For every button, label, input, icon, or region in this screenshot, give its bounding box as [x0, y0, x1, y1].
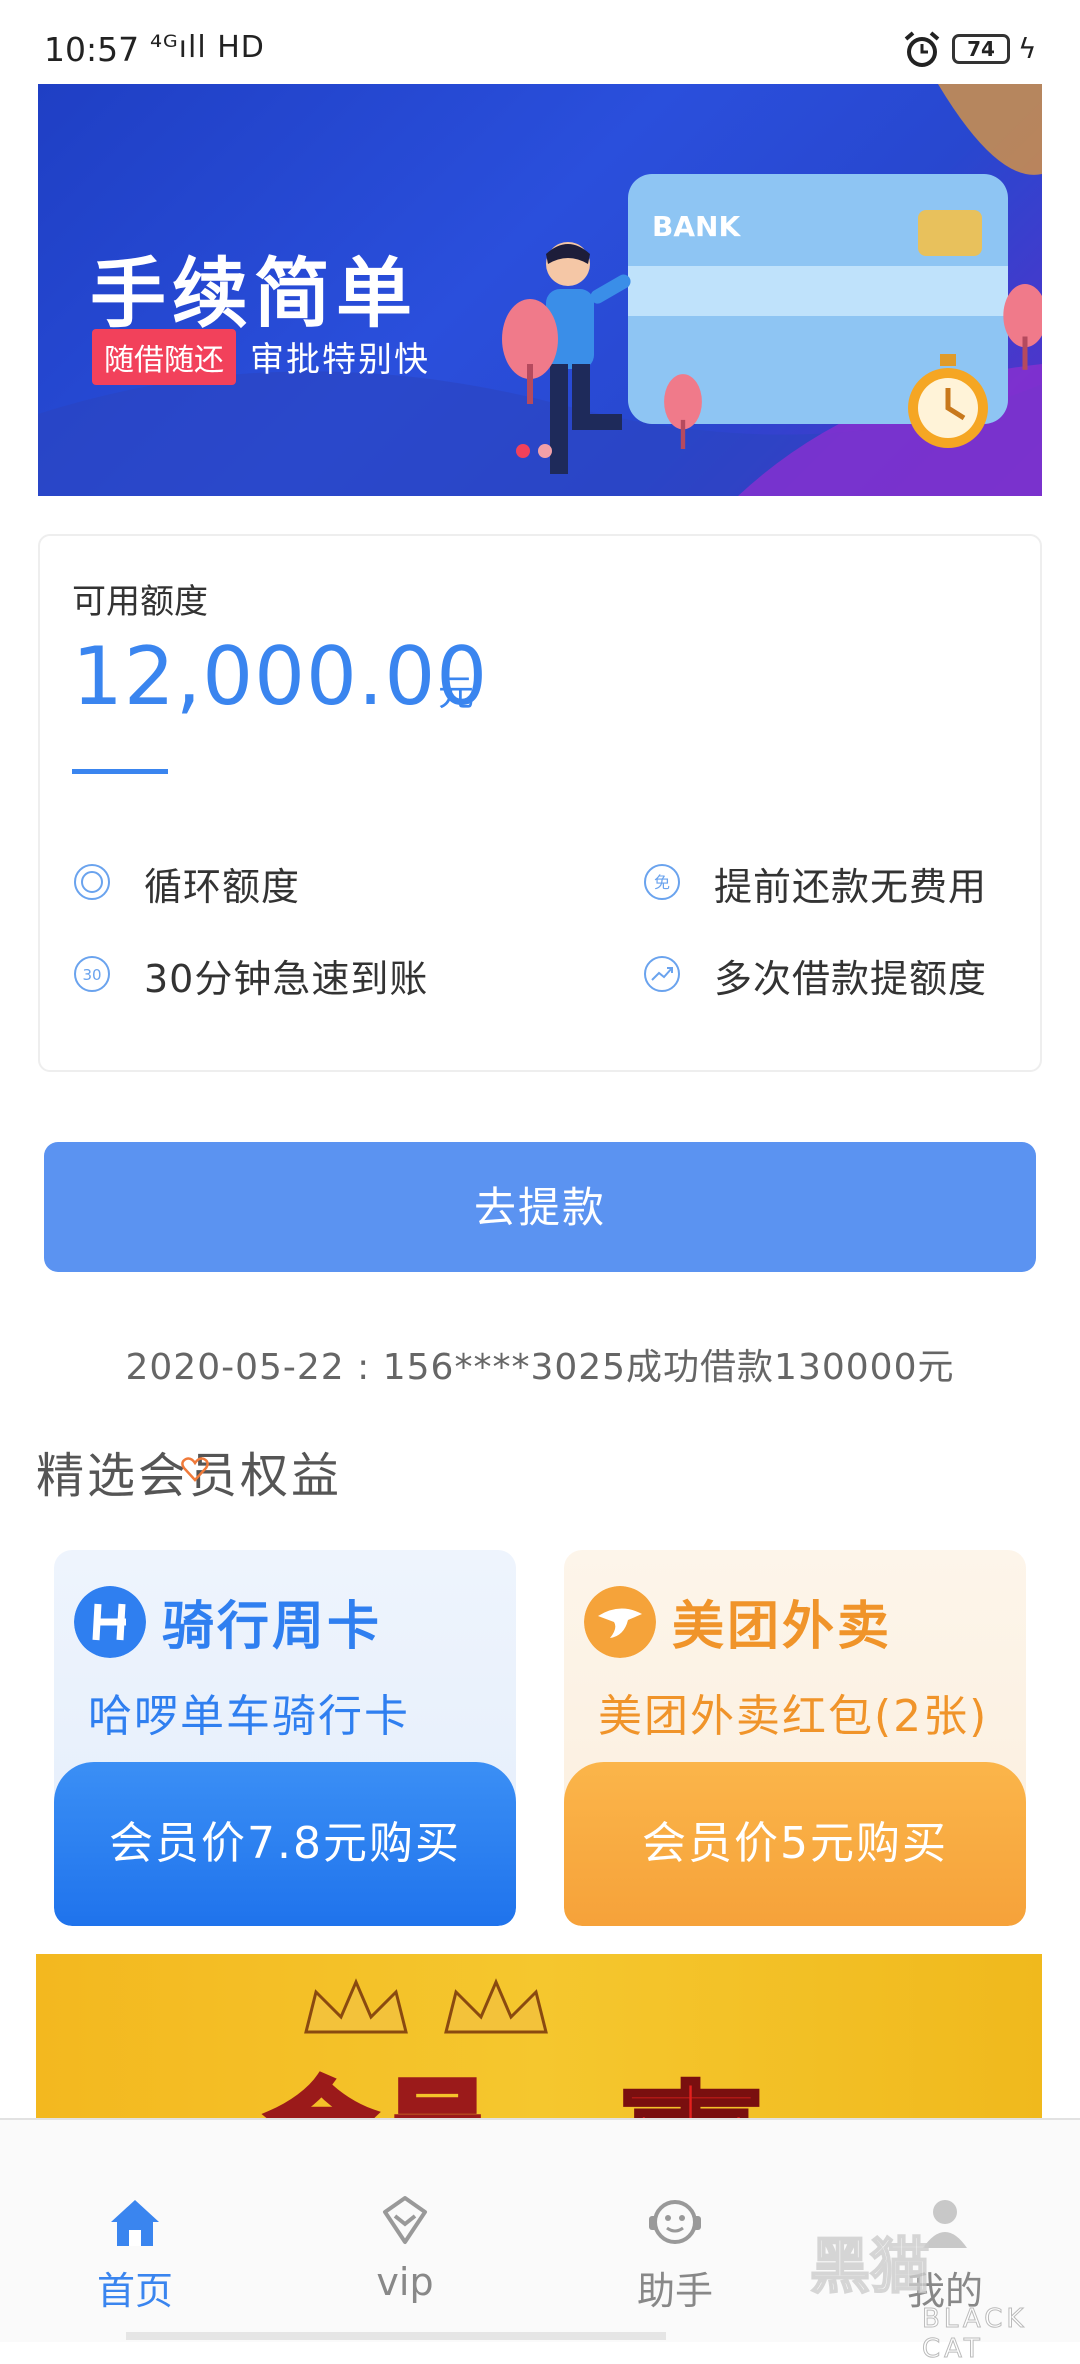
- feature-no-fee-early-repay: 提前还款无费用: [714, 865, 988, 909]
- benefit-name: 美团外卖: [672, 1597, 893, 1657]
- battery-icon: 74: [952, 34, 1010, 64]
- benefit-description: 哈啰单车骑行卡: [88, 1691, 410, 1742]
- banner-title: 手续简单: [90, 249, 418, 338]
- trend-up-icon: [644, 956, 680, 992]
- benefit-name: 骑行周卡: [162, 1597, 383, 1657]
- credit-unit: 元: [438, 673, 475, 714]
- heart-icon: [181, 1457, 209, 1482]
- nav-label-home: 首页: [96, 2269, 173, 2313]
- free-icon: 免: [644, 864, 680, 900]
- gesture-bar: [126, 2332, 666, 2340]
- circle-icon: [74, 864, 110, 900]
- tree-illustration-small: [664, 374, 702, 449]
- stopwatch-icon: [908, 354, 988, 448]
- available-credit-amount: 12,000.00: [72, 630, 489, 723]
- tree-illustration-right: [1003, 284, 1042, 370]
- amount-underline: [72, 769, 168, 774]
- bank-card-label: BANK: [652, 210, 741, 243]
- status-time: 10:57: [44, 30, 140, 69]
- banner-subtitle: 审批特别快: [250, 340, 430, 380]
- home-icon: [111, 2200, 159, 2246]
- available-credit-label: 可用额度: [72, 582, 208, 622]
- promo-carousel[interactable]: 手续简单 随借随还 审批特别快 BANK: [38, 84, 1042, 496]
- withdraw-button[interactable]: 去提款: [44, 1142, 1036, 1272]
- member-promo-banner[interactable]: 会员 専: [36, 1954, 1042, 2124]
- nav-tab-assistant[interactable]: 助手: [540, 2120, 810, 2342]
- promo-text: 会员: [263, 2042, 498, 2124]
- meituan-logo-icon: [584, 1586, 656, 1658]
- crown-icon: [304, 1978, 548, 2034]
- banner-tag: 随借随还: [92, 329, 236, 385]
- benefit-card-hellobike[interactable]: 骑行周卡 哈啰单车骑行卡 会员价7.8元购买: [54, 1550, 516, 1926]
- carousel-dot-active[interactable]: [516, 444, 530, 458]
- charging-icon: ϟ: [1018, 32, 1037, 65]
- svg-text:免: 免: [654, 873, 670, 892]
- promo-text-large: 専: [614, 2034, 768, 2124]
- diamond-icon: [383, 2196, 427, 2244]
- carousel-dot[interactable]: [538, 444, 552, 458]
- hellobike-logo-icon: [74, 1586, 146, 1658]
- buy-meituan-button[interactable]: 会员价5元购买: [564, 1762, 1026, 1926]
- card-chip: [918, 210, 982, 256]
- watermark-logo: 黑猫: [809, 2231, 931, 2303]
- feature-revolving-credit: 循环额度: [144, 865, 301, 909]
- network-indicator: ⁴ᴳıll HD: [150, 30, 265, 65]
- tree-illustration: [502, 299, 558, 404]
- watermark-text: BLACK CAT: [922, 2304, 1028, 2364]
- nav-tab-vip[interactable]: vip: [270, 2120, 540, 2342]
- nav-label-vip: vip: [376, 2260, 434, 2304]
- feature-fast-arrival: 30分钟急速到账: [144, 957, 429, 1001]
- nav-tab-home[interactable]: 首页: [0, 2120, 270, 2342]
- feature-raise-limit: 多次借款提额度: [714, 957, 988, 1001]
- assistant-icon: [649, 2200, 701, 2244]
- benefit-description: 美团外卖红包(2张): [598, 1691, 989, 1742]
- alarm-icon: [904, 31, 940, 67]
- thirty-icon: 30: [74, 956, 110, 992]
- card-stripe: [628, 266, 1008, 316]
- nav-label-assistant: 助手: [636, 2269, 713, 2313]
- benefit-card-meituan[interactable]: 美团外卖 美团外卖红包(2张) 会员价5元购买: [564, 1550, 1026, 1926]
- buy-hellobike-button[interactable]: 会员价7.8元购买: [54, 1762, 516, 1926]
- loan-success-notice: 2020-05-22 : 156****3025成功借款130000元: [125, 1347, 955, 1388]
- svg-text:30: 30: [82, 966, 101, 984]
